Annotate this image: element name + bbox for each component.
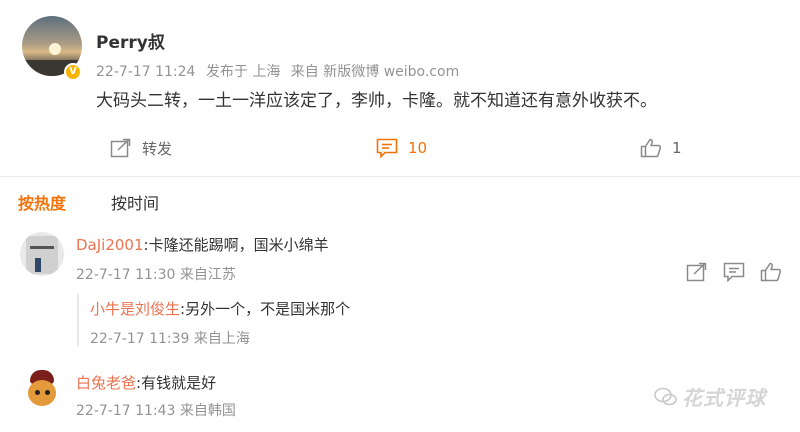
- comment-reply-button[interactable]: [723, 262, 745, 283]
- avatar-figure: [35, 258, 41, 272]
- avatar-eye: [45, 390, 50, 395]
- comment-button[interactable]: 10: [376, 137, 427, 159]
- comment-icon: [376, 138, 398, 158]
- avatar-book-title: [30, 246, 54, 249]
- reply-location: 来自上海: [193, 331, 250, 347]
- comment-date: 22-7-17 11:43: [76, 403, 176, 419]
- comment-avatar[interactable]: [20, 368, 64, 412]
- repost-icon: [686, 262, 707, 282]
- comment-repost-button[interactable]: [686, 262, 708, 282]
- like-button[interactable]: 1: [640, 137, 682, 159]
- like-count: 1: [672, 139, 682, 157]
- comment-text-line: 白兔老爸:有钱就是好: [76, 372, 216, 393]
- comment-icon: [723, 262, 745, 283]
- avatar-eye: [35, 390, 40, 395]
- reply-text: :另外一个，不是国米那个: [180, 300, 351, 318]
- post-location: 发布于 上海: [205, 64, 281, 80]
- avatar-sun: [49, 43, 61, 55]
- avatar-face: [28, 380, 56, 406]
- comment-username[interactable]: DaJi2001: [76, 236, 144, 254]
- post-date[interactable]: 22-7-17 11:24: [96, 64, 195, 80]
- reply-username[interactable]: 小牛是刘俊生: [90, 300, 180, 318]
- repost-label: 转发: [142, 139, 173, 158]
- thumbs-up-icon: [640, 138, 662, 158]
- watermark: 花式评球: [654, 382, 766, 411]
- comment-username[interactable]: 白兔老爸: [76, 374, 136, 392]
- post-source[interactable]: 来自 新版微博 weibo.com: [291, 64, 459, 80]
- comment-actions: [686, 262, 782, 283]
- repost-icon: [110, 138, 131, 158]
- repost-button[interactable]: 转发: [110, 137, 172, 159]
- comment-location: 来自江苏: [179, 267, 236, 283]
- thumbs-up-icon: [760, 262, 782, 282]
- reply-date: 22-7-17 11:39: [90, 331, 190, 347]
- tab-sort-hot[interactable]: 按热度: [18, 190, 66, 214]
- reply-indent-rule: [77, 294, 79, 346]
- comment-text-line: DaJi2001:卡隆还能踢啊，国米小绵羊: [76, 234, 329, 255]
- post-meta: 22-7-17 11:24 发布于 上海 来自 新版微博 weibo.com: [96, 61, 465, 81]
- watermark-text: 花式评球: [682, 386, 766, 410]
- author-name[interactable]: Perry叔: [96, 28, 165, 53]
- avatar-book-cover: [26, 236, 58, 274]
- comment-like-button[interactable]: [760, 262, 782, 282]
- verified-badge-icon: V: [64, 63, 82, 81]
- tab-sort-time[interactable]: 按时间: [111, 190, 159, 214]
- comment-meta: 22-7-17 11:43 来自韩国: [76, 400, 236, 420]
- comment-avatar[interactable]: [20, 232, 64, 276]
- comment-count: 10: [408, 139, 428, 157]
- comment-text: :卡隆还能踢啊，国米小绵羊: [143, 236, 329, 254]
- post-text: 大码头二转，一土一洋应该定了，李帅，卡隆。就不知道还有意外收获不。: [96, 91, 657, 111]
- reply-text-line: 小牛是刘俊生:另外一个，不是国米那个: [90, 298, 350, 319]
- comment-text: :有钱就是好: [136, 374, 217, 392]
- section-divider: [0, 176, 800, 177]
- wechat-icon: [654, 387, 677, 405]
- comment-meta: 22-7-17 11:30 来自江苏: [76, 264, 236, 284]
- comment-date: 22-7-17 11:30: [76, 267, 176, 283]
- comment-location: 来自韩国: [179, 403, 236, 419]
- reply-meta: 22-7-17 11:39 来自上海: [90, 328, 250, 348]
